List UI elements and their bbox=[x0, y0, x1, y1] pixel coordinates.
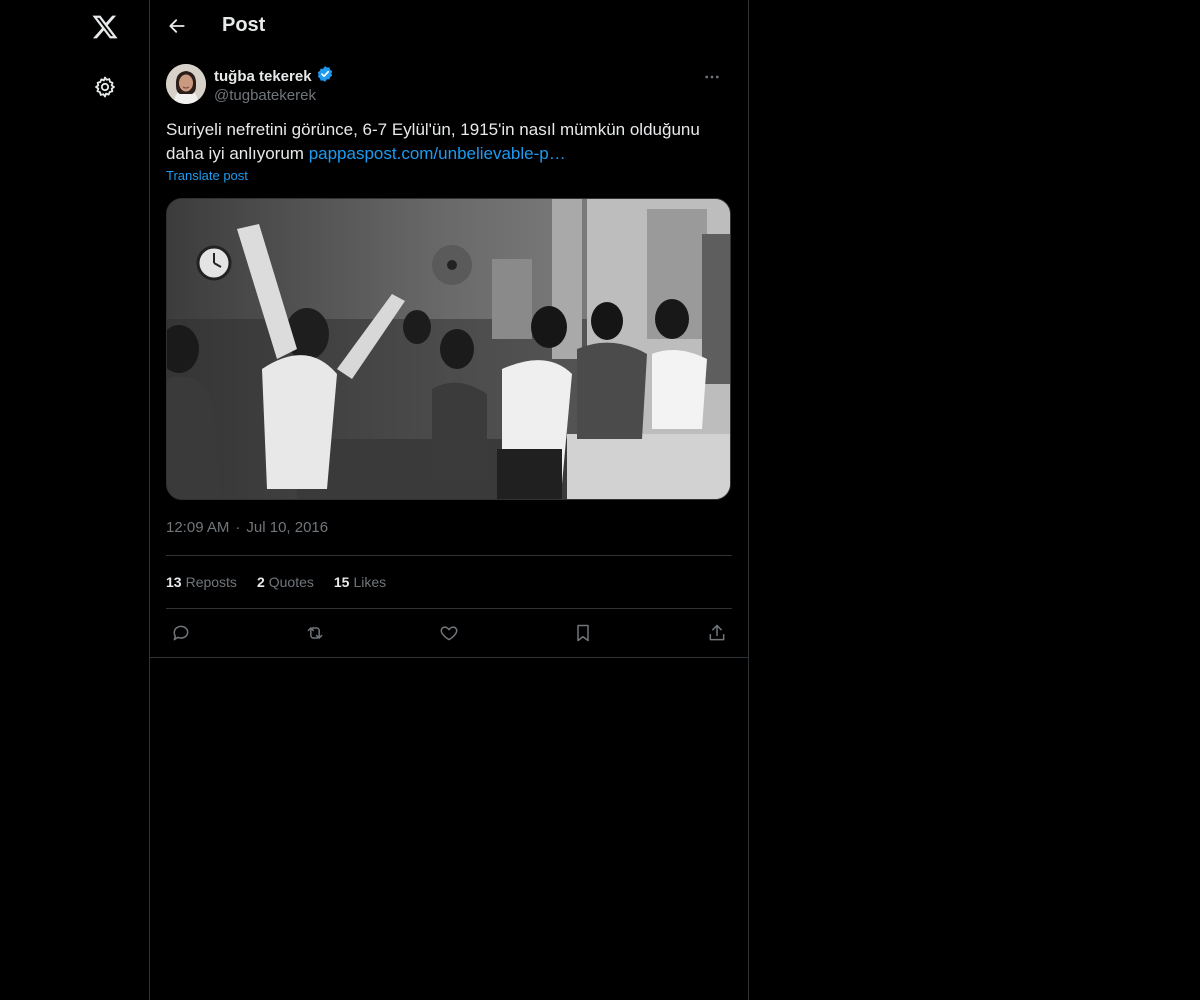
quotes-count: 2 bbox=[256, 574, 265, 590]
back-arrow-icon[interactable] bbox=[160, 9, 194, 43]
verified-badge-icon bbox=[316, 65, 334, 87]
page-header: Post bbox=[150, 0, 748, 54]
share-icon[interactable] bbox=[706, 622, 728, 644]
bookmark-icon[interactable] bbox=[572, 622, 594, 644]
post-text: Suriyeli nefretini görünce, 6-7 Eylül'ün… bbox=[166, 118, 736, 166]
more-options-icon[interactable] bbox=[698, 63, 726, 91]
gear-icon[interactable] bbox=[82, 64, 128, 110]
author-handle[interactable]: @tugbatekerek bbox=[214, 87, 316, 104]
post-timestamp[interactable]: 12:09 AM · Jul 10, 2016 bbox=[166, 519, 732, 539]
app-root: Post tuğba tekerek @tugbatekerek Suriyel… bbox=[0, 0, 1200, 1000]
reply-icon[interactable] bbox=[170, 622, 192, 644]
post-bottom-divider bbox=[150, 657, 748, 658]
post-link[interactable]: pappaspost.com/unbelievable-p… bbox=[309, 144, 566, 163]
author-name[interactable]: tuğba tekerek bbox=[214, 65, 334, 87]
translate-post-link[interactable]: Translate post bbox=[166, 168, 248, 183]
post-date: Jul 10, 2016 bbox=[246, 519, 329, 536]
left-nav bbox=[0, 0, 150, 1000]
quotes-stat[interactable]: 2 Quotes bbox=[257, 574, 314, 590]
likes-label: Likes bbox=[353, 574, 387, 590]
likes-stat[interactable]: 15 Likes bbox=[334, 574, 386, 590]
reposts-count: 13 bbox=[166, 574, 182, 590]
page-title: Post bbox=[222, 14, 266, 36]
post-time: 12:09 AM bbox=[166, 519, 230, 536]
reposts-label: Reposts bbox=[185, 574, 237, 590]
post-detail-column: Post tuğba tekerek @tugbatekerek Suriyel… bbox=[150, 0, 749, 1000]
post-photo[interactable] bbox=[166, 198, 731, 500]
repost-icon[interactable] bbox=[304, 622, 326, 644]
post-header: tuğba tekerek @tugbatekerek bbox=[166, 54, 732, 110]
post-actions bbox=[166, 609, 732, 657]
reposts-stat[interactable]: 13 Reposts bbox=[166, 574, 237, 590]
like-icon[interactable] bbox=[438, 622, 460, 644]
post: tuğba tekerek @tugbatekerek Suriyeli nef… bbox=[150, 54, 748, 658]
avatar[interactable] bbox=[166, 64, 206, 104]
author-name-text: tuğba tekerek bbox=[214, 67, 312, 85]
quotes-label: Quotes bbox=[268, 574, 314, 590]
timestamp-separator: · bbox=[235, 519, 241, 536]
x-logo-icon[interactable] bbox=[82, 4, 128, 50]
likes-count: 15 bbox=[333, 574, 350, 590]
engagement-stats: 13 Reposts 2 Quotes 15 Likes bbox=[166, 555, 732, 609]
